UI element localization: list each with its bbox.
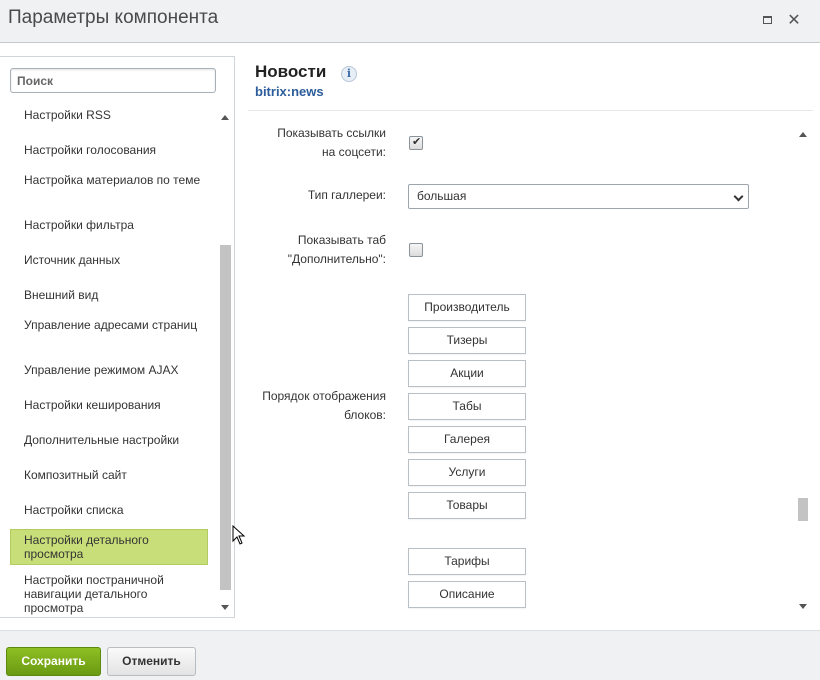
info-icon[interactable]: i (341, 66, 357, 82)
sidebar-item-ajax[interactable]: Управление режимом AJAX (10, 363, 208, 377)
sidebar-item-caching[interactable]: Настройки кеширования (10, 398, 208, 412)
sidebar-item-voting[interactable]: Настройки голосования (10, 143, 208, 157)
close-icon: ✕ (787, 12, 801, 29)
maximize-icon (762, 16, 772, 24)
sidebar-item-data-source[interactable]: Источник данных (10, 253, 208, 267)
extra-tab-checkbox[interactable] (409, 243, 423, 257)
social-links-label: Показывать ссылки на соцсети: (266, 124, 386, 162)
sidebar-item-composite[interactable]: Композитный сайт (10, 468, 208, 482)
sidebar-scroll-thumb[interactable] (220, 245, 231, 590)
extra-tab-label-text: Показывать таб "Дополнительно": (287, 233, 386, 266)
close-button[interactable]: ✕ (784, 10, 804, 30)
scroll-down-arrow-icon[interactable] (221, 605, 229, 610)
sidebar-item-list[interactable]: Настройки списка (10, 503, 208, 517)
content-scrollbar[interactable] (796, 128, 810, 614)
block-services[interactable]: Услуги (408, 459, 526, 486)
block-promotions[interactable]: Акции (408, 360, 526, 387)
dialog-footer: Сохранить Отменить (0, 630, 820, 680)
sidebar-item-related-materials[interactable]: Настройка материалов по теме (10, 173, 208, 187)
scroll-up-arrow-icon[interactable] (221, 115, 229, 120)
sidebar-item-rss[interactable]: Настройки RSS (10, 108, 208, 122)
search-input[interactable] (10, 68, 216, 93)
content-scroll-thumb[interactable] (798, 498, 808, 521)
settings-sidebar: Настройки RSS Настройки голосования Наст… (0, 56, 235, 618)
scroll-down-arrow-icon[interactable] (799, 604, 807, 609)
block-teasers[interactable]: Тизеры (408, 327, 526, 354)
extra-tab-label: Показывать таб "Дополнительно": (248, 231, 386, 269)
sidebar-item-detail-view[interactable]: Настройки детального просмотра (10, 529, 208, 565)
sidebar-item-appearance[interactable]: Внешний вид (10, 288, 208, 302)
mouse-cursor-icon (232, 525, 246, 545)
sidebar-list-viewport: Настройки RSS Настройки голосования Наст… (0, 105, 218, 617)
social-links-checkbox[interactable]: ✔ (409, 136, 423, 150)
save-button[interactable]: Сохранить (6, 647, 101, 676)
gallery-type-value: большая (417, 189, 467, 203)
cancel-button[interactable]: Отменить (107, 647, 196, 676)
block-products[interactable]: Товары (408, 492, 526, 519)
blocks-order-label: Порядок отображения блоков: (251, 387, 386, 425)
component-header: Новости i bitrix:news (255, 62, 357, 99)
maximize-button[interactable] (757, 10, 777, 30)
block-description[interactable]: Описание (408, 581, 526, 608)
checkmark-icon: ✔ (412, 136, 422, 148)
block-gallery[interactable]: Галерея (408, 426, 526, 453)
blocks-order-label-text: Порядок отображения блоков: (262, 389, 386, 422)
scroll-up-arrow-icon[interactable] (799, 132, 807, 137)
sidebar-item-filter[interactable]: Настройки фильтра (10, 218, 208, 232)
sidebar-item-page-urls[interactable]: Управление адресами страниц (10, 318, 208, 332)
chevron-down-icon (733, 191, 744, 202)
sidebar-item-detail-pagination[interactable]: Настройки постраничной навигации детальн… (10, 573, 208, 615)
block-manufacturer[interactable]: Производитель (408, 294, 526, 321)
social-links-label-text: Показывать ссылки на соцсети: (277, 126, 386, 159)
sidebar-item-additional[interactable]: Дополнительные настройки (10, 433, 208, 447)
block-tariffs[interactable]: Тарифы (408, 548, 526, 575)
block-tabs[interactable]: Табы (408, 393, 526, 420)
settings-form: Показывать ссылки на соцсети: ✔ Тип галл… (248, 120, 796, 614)
gallery-type-select[interactable]: большая (408, 184, 749, 209)
component-title: Новости (255, 62, 327, 81)
component-code: bitrix:news (255, 84, 324, 99)
header-divider (248, 110, 813, 111)
dialog-titlebar: Параметры компонента ✕ (0, 0, 820, 43)
gallery-type-label: Тип галлереи: (307, 188, 386, 202)
dialog-title: Параметры компонента (8, 7, 219, 28)
